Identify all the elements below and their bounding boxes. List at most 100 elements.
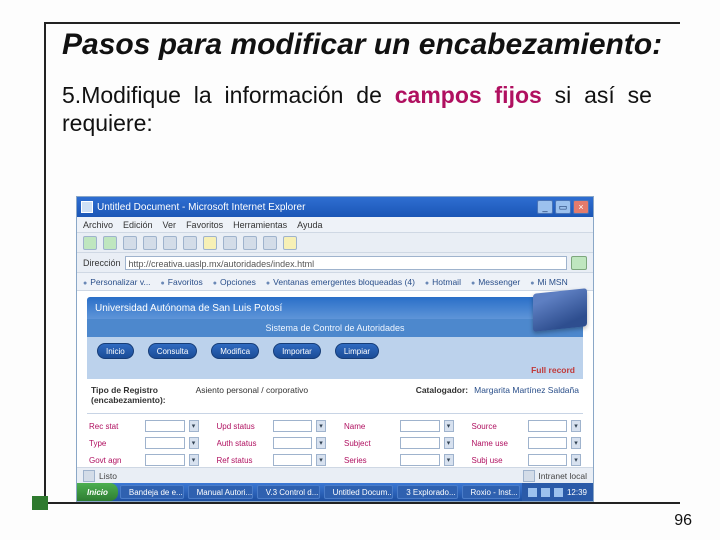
task-item[interactable]: Untitled Docum... [324,485,394,499]
back-icon[interactable] [83,236,97,250]
nav-importar[interactable]: Importar [273,343,321,359]
window-title: Untitled Document - Microsoft Internet E… [97,202,533,213]
fld-label: Type [89,439,141,448]
fld-label: Upd status [217,422,269,431]
refresh-icon[interactable] [143,236,157,250]
system-tray[interactable]: 12:39 [522,483,593,501]
step-number: 5. [62,82,81,108]
menu-archivo[interactable]: Archivo [83,220,113,230]
minimize-button[interactable]: _ [537,200,553,214]
chevron-down-icon[interactable]: ▾ [571,437,581,449]
menu-edicion[interactable]: Edición [123,220,153,230]
fld-input[interactable] [528,420,568,432]
history-icon[interactable] [223,236,237,250]
fld-input[interactable] [273,454,313,466]
start-button[interactable]: Inicio [77,483,118,501]
status-left: Listo [99,471,117,481]
tray-icon [541,488,550,497]
link-popups[interactable]: Ventanas emergentes bloqueadas (4) [266,277,415,287]
fld-label: Auth status [217,439,269,448]
stop-icon[interactable] [123,236,137,250]
status-right: Intranet local [538,471,587,481]
fld-label: Source [472,422,524,431]
print-icon[interactable] [263,236,277,250]
chevron-down-icon[interactable]: ▾ [189,420,199,432]
link-favoritos[interactable]: Favoritos [161,277,203,287]
chevron-down-icon[interactable]: ▾ [571,420,581,432]
window-titlebar: Untitled Document - Microsoft Internet E… [77,197,593,217]
fld-label: Series [344,456,396,465]
search-icon[interactable] [183,236,197,250]
menu-favoritos[interactable]: Favoritos [186,220,223,230]
ie-icon [81,201,93,213]
step-emph: campos fijos [395,82,542,108]
nav-limpiar[interactable]: Limpiar [335,343,379,359]
fld-input[interactable] [145,454,185,466]
menu-ver[interactable]: Ver [163,220,177,230]
fld-input[interactable] [145,437,185,449]
mail-icon[interactable] [243,236,257,250]
page-icon [83,470,95,482]
grid-row: Type ▾ Auth status ▾ Subject ▾ Name use ▾ [89,437,581,449]
window-controls: _ ▭ × [537,200,589,214]
chevron-down-icon[interactable]: ▾ [316,454,326,466]
chevron-down-icon[interactable]: ▾ [316,420,326,432]
fld-input[interactable] [528,437,568,449]
fld-label: Subject [344,439,396,448]
menu-ayuda[interactable]: Ayuda [297,220,322,230]
menu-herramientas[interactable]: Herramientas [233,220,287,230]
start-label: Inicio [87,488,108,497]
link-personalizar[interactable]: Personalizar v... [83,277,151,287]
fld-input[interactable] [400,420,440,432]
meta-value-tipo: Asiento personal / corporativo [196,385,308,405]
fld-label: Subj use [472,456,524,465]
nav-inicio[interactable]: Inicio [97,343,134,359]
menu-bar: Archivo Edición Ver Favoritos Herramient… [77,217,593,233]
meta-value-catalogador: Margarita Martínez Saldaña [474,385,579,405]
maximize-button[interactable]: ▭ [555,200,571,214]
chevron-down-icon[interactable]: ▾ [444,420,454,432]
ie-status-bar: Listo Intranet local [77,467,593,483]
address-label: Dirección [83,258,121,268]
chevron-down-icon[interactable]: ▾ [316,437,326,449]
home-icon[interactable] [163,236,177,250]
link-messenger[interactable]: Messenger [471,277,520,287]
address-field[interactable]: http://creativa.uaslp.mx/autoridades/ind… [125,256,567,270]
chevron-down-icon[interactable]: ▾ [444,454,454,466]
link-mimsn[interactable]: Mi MSN [530,277,567,287]
fld-input[interactable] [528,454,568,466]
link-opciones[interactable]: Opciones [213,277,256,287]
favorites-icon[interactable] [203,236,217,250]
close-button[interactable]: × [573,200,589,214]
chevron-down-icon[interactable]: ▾ [444,437,454,449]
task-item[interactable]: V.3 Control d... [257,485,320,499]
task-item[interactable]: Bandeja de e... [120,485,184,499]
nav-consulta[interactable]: Consulta [148,343,198,359]
slide-body: 5.Modifique la información de campos fij… [62,81,652,139]
chevron-down-icon[interactable]: ▾ [571,454,581,466]
grid-row: Rec stat▾ Upd status▾ Name▾ Source▾ [89,420,581,432]
nav-modifica[interactable]: Modifica [211,343,259,359]
fld-input[interactable] [145,420,185,432]
task-item[interactable]: 3 Explorado... [397,485,457,499]
go-button[interactable] [571,256,587,270]
chevron-down-icon[interactable]: ▾ [189,454,199,466]
address-bar: Dirección http://creativa.uaslp.mx/autor… [77,253,593,273]
tray-icon [554,488,563,497]
clock: 12:39 [567,488,587,497]
task-item[interactable]: Roxio - Inst... [462,485,520,499]
link-hotmail[interactable]: Hotmail [425,277,461,287]
chevron-down-icon[interactable]: ▾ [189,437,199,449]
fld-input[interactable] [273,437,313,449]
record-meta: Tipo de Registro (encabezamiento): Asien… [87,379,583,414]
fld-input[interactable] [273,420,313,432]
fld-label: Name use [472,439,524,448]
forward-icon[interactable] [103,236,117,250]
app-subheader-text: Sistema de Control de Autoridades [265,323,404,333]
fld-input[interactable] [400,454,440,466]
fld-input[interactable] [400,437,440,449]
folder-icon[interactable] [283,236,297,250]
full-record-label[interactable]: Full record [87,365,583,379]
task-item[interactable]: Manual Autori... [188,485,253,499]
app-header-band: Universidad Autónoma de San Luis Potosí [87,297,583,319]
